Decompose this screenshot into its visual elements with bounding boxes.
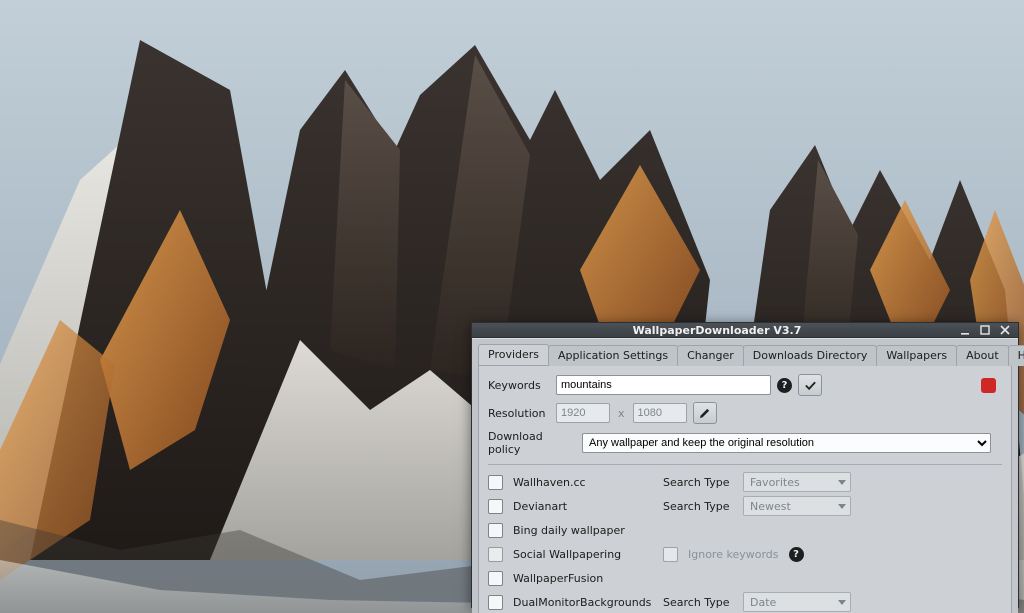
window-client: Providers Application Settings Changer D…: [472, 338, 1018, 613]
minimize-button[interactable]: [958, 323, 972, 337]
provider-label: DualMonitorBackgrounds: [513, 596, 653, 609]
tab-wallpapers[interactable]: Wallpapers: [876, 345, 957, 366]
provider-checkbox[interactable]: [488, 595, 503, 610]
keywords-label: Keywords: [488, 379, 550, 392]
status-indicator: [981, 378, 996, 393]
provider-label: Social Wallpapering: [513, 548, 653, 561]
provider-checkbox[interactable]: [488, 547, 503, 562]
search-type-label: Search Type: [663, 476, 733, 489]
provider-row-dualmonitor: DualMonitorBackgrounds Search Type Date: [488, 593, 1002, 611]
provider-checkbox[interactable]: [488, 523, 503, 538]
tab-help[interactable]: Help: [1008, 345, 1024, 366]
search-type-select[interactable]: Favorites: [743, 472, 851, 492]
search-type-select[interactable]: Date: [743, 592, 851, 612]
ignore-keywords-label: Ignore keywords: [688, 548, 779, 561]
provider-row-social-wallpapering: Social Wallpapering Ignore keywords ?: [488, 545, 1002, 563]
resolution-times: x: [616, 407, 627, 420]
keywords-row: Keywords ?: [488, 374, 1002, 396]
provider-checkbox[interactable]: [488, 475, 503, 490]
resolution-width-input[interactable]: [556, 403, 610, 423]
tab-changer[interactable]: Changer: [677, 345, 744, 366]
keywords-apply-button[interactable]: [798, 374, 822, 396]
desktop: WallpaperDownloader V3.7 Providers Appli…: [0, 0, 1024, 613]
search-type-select[interactable]: Newest: [743, 496, 851, 516]
tab-downloads-directory[interactable]: Downloads Directory: [743, 345, 878, 366]
resolution-row: Resolution x: [488, 402, 1002, 424]
provider-row-devianart: Devianart Search Type Newest: [488, 497, 1002, 515]
tabbar: Providers Application Settings Changer D…: [472, 339, 1018, 365]
download-policy-label: Download policy: [488, 430, 576, 456]
provider-checkbox[interactable]: [488, 571, 503, 586]
providers-panel: Keywords ? Resolution x: [478, 365, 1012, 613]
resolution-height-input[interactable]: [633, 403, 687, 423]
provider-row-wallhaven: Wallhaven.cc Search Type Favorites: [488, 473, 1002, 491]
chevron-down-icon: [838, 480, 846, 485]
provider-label: Bing daily wallpaper: [513, 524, 653, 537]
tab-providers[interactable]: Providers: [478, 344, 549, 365]
search-type-label: Search Type: [663, 596, 733, 609]
download-policy-select[interactable]: Any wallpaper and keep the original reso…: [582, 433, 991, 453]
check-icon: [804, 379, 817, 392]
separator: [488, 464, 1002, 465]
chevron-down-icon: [838, 504, 846, 509]
provider-row-bing: Bing daily wallpaper: [488, 521, 1002, 539]
maximize-button[interactable]: [978, 323, 992, 337]
app-window: WallpaperDownloader V3.7 Providers Appli…: [471, 322, 1019, 608]
pencil-icon: [698, 407, 711, 420]
keywords-help-icon[interactable]: ?: [777, 378, 792, 393]
tab-application-settings[interactable]: Application Settings: [548, 345, 678, 366]
provider-label: Devianart: [513, 500, 653, 513]
ignore-keywords-checkbox[interactable]: [663, 547, 678, 562]
provider-checkbox[interactable]: [488, 499, 503, 514]
window-title: WallpaperDownloader V3.7: [482, 324, 952, 337]
search-type-label: Search Type: [663, 500, 733, 513]
close-button[interactable]: [998, 323, 1012, 337]
keywords-input[interactable]: [556, 375, 771, 395]
provider-row-wallpaperfusion: WallpaperFusion: [488, 569, 1002, 587]
provider-label: WallpaperFusion: [513, 572, 653, 585]
chevron-down-icon: [838, 600, 846, 605]
resolution-edit-button[interactable]: [693, 402, 717, 424]
ignore-help-icon[interactable]: ?: [789, 547, 804, 562]
resolution-label: Resolution: [488, 407, 550, 420]
tab-about[interactable]: About: [956, 345, 1009, 366]
titlebar[interactable]: WallpaperDownloader V3.7: [472, 323, 1018, 338]
provider-label: Wallhaven.cc: [513, 476, 653, 489]
download-policy-row: Download policy Any wallpaper and keep t…: [488, 430, 1002, 456]
